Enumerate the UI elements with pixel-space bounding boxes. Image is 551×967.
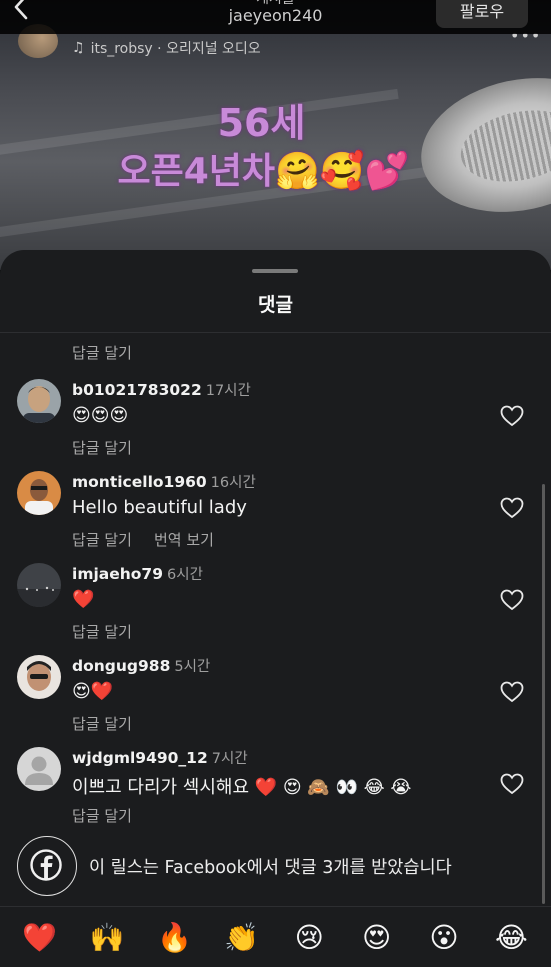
comment-text: 😍😍😍 <box>72 405 129 426</box>
comment-text: ❤️ <box>72 589 95 610</box>
like-heart-icon[interactable] <box>500 589 524 611</box>
reel-overlay-text-line2: 오픈4년차🤗🥰💕 <box>117 151 410 192</box>
scrollbar[interactable] <box>542 484 545 904</box>
emoji-heart-eyes-button[interactable]: 😍 <box>350 921 404 954</box>
avatar[interactable] <box>17 655 61 699</box>
avatar[interactable] <box>17 563 61 607</box>
comment-username[interactable]: wjdgml9490_12 7시간 <box>72 747 248 768</box>
emoji-heart-button[interactable]: ❤️ <box>13 921 67 954</box>
comment-item: dongug988 5시간 😍❤️ 답글 달기 <box>0 655 551 743</box>
like-heart-icon[interactable] <box>500 681 524 703</box>
like-heart-icon[interactable] <box>500 405 524 427</box>
comment-item: wjdgml9490_12 7시간 이쁘고 다리가 섹시해요 ❤️ 😍 🙈 👀 😂… <box>0 747 551 835</box>
avatar[interactable] <box>17 379 61 423</box>
facebook-icon <box>30 849 62 881</box>
reply-button[interactable]: 답글 달기 <box>72 805 132 826</box>
comment-text: 이쁘고 다리가 섹시해요 ❤️ 😍 🙈 👀 😂 😭 <box>72 777 412 798</box>
comment-username[interactable]: b01021783022 17시간 <box>72 379 251 400</box>
facebook-icon-container <box>17 836 77 896</box>
audio-label: its_robsy · 오리지널 오디오 <box>90 41 261 57</box>
follow-button[interactable]: 팔로우 <box>436 0 528 28</box>
reel-overlay-text-line1: 56세 <box>217 101 306 145</box>
reply-button[interactable]: 답글 달기 <box>72 342 132 363</box>
emoji-raised-hands-button[interactable]: 🙌 <box>80 921 134 954</box>
facebook-comments-notice[interactable]: 이 릴스는 Facebook에서 댓글 3개를 받았습니다 <box>17 836 537 896</box>
comment-text: 😍❤️ <box>72 681 114 702</box>
facebook-notice-text: 이 릴스는 Facebook에서 댓글 3개를 받았습니다 <box>89 858 452 878</box>
top-bar: 게시물 jaeyeon240 팔로우 <box>0 0 551 34</box>
comment-time: 6시간 <box>167 567 203 583</box>
reply-button[interactable]: 답글 달기 <box>72 437 132 458</box>
emoji-quick-bar: ❤️ 🙌 🔥 👏 😢 😍 😮 😂 <box>0 907 551 967</box>
like-heart-icon[interactable] <box>500 773 524 795</box>
comment-time: 17시간 <box>205 383 251 399</box>
like-heart-icon[interactable] <box>500 497 524 519</box>
avatar[interactable] <box>17 747 61 791</box>
comment-item: b01021783022 17시간 😍😍😍 답글 달기 <box>0 379 551 467</box>
sheet-title: 댓글 <box>258 294 293 316</box>
audio-row[interactable]: ♫ its_robsy · 오리지널 오디오 <box>72 38 261 58</box>
comment-item: imjaeho79 6시간 ❤️ 답글 달기 <box>0 563 551 651</box>
reply-button[interactable]: 답글 달기 <box>72 713 132 734</box>
comment-text: Hello beautiful lady <box>72 497 247 518</box>
comment-time: 5시간 <box>174 659 211 675</box>
divider <box>0 332 551 333</box>
music-note-icon: ♫ <box>72 40 85 56</box>
comment-time: 16시간 <box>210 475 256 491</box>
reply-button[interactable]: 답글 달기 <box>72 621 132 642</box>
emoji-surprised-button[interactable]: 😮 <box>417 921 471 954</box>
emoji-crying-button[interactable]: 😢 <box>282 921 336 954</box>
reply-button[interactable]: 답글 달기 <box>72 529 132 550</box>
emoji-laughing-button[interactable]: 😂 <box>484 921 538 954</box>
emoji-fire-button[interactable]: 🔥 <box>147 921 201 954</box>
avatar[interactable] <box>17 471 61 515</box>
comment-username[interactable]: dongug988 5시간 <box>72 655 210 676</box>
translate-button[interactable]: 번역 보기 <box>154 529 214 550</box>
comment-item: monticello1960 16시간 Hello beautiful lady … <box>0 471 551 559</box>
sheet-drag-handle[interactable] <box>252 269 298 273</box>
comment-time: 7시간 <box>211 751 248 767</box>
emoji-clap-button[interactable]: 👏 <box>215 921 269 954</box>
comment-username[interactable]: monticello1960 16시간 <box>72 471 256 492</box>
comment-username[interactable]: imjaeho79 6시간 <box>72 563 203 584</box>
